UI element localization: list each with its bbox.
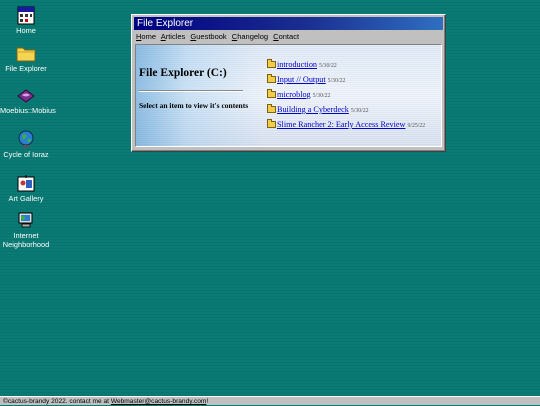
file-link-slime-rancher-review[interactable]: Slime Rancher 2: Early Access Review [277, 120, 405, 129]
webmaster-email-link[interactable]: Webmaster@cactus-brandy.com [111, 398, 207, 405]
desktop-icon-internet-neighborhood[interactable]: Internet Neighborhood [0, 209, 52, 249]
folder-icon [267, 74, 276, 83]
art-gallery-icon [17, 175, 35, 192]
pane-title: File Explorer (C:) [139, 67, 227, 79]
footer-suffix: ! [206, 398, 209, 405]
file-link-introduction[interactable]: introduction [277, 60, 317, 69]
pane-divider [139, 90, 243, 92]
file-link-input-output[interactable]: Input // Output [277, 75, 326, 84]
desktop-icon-moebius[interactable]: Moebius::Mobius [0, 84, 56, 116]
desktop-icon-label: File Explorer [5, 64, 47, 73]
menu-guestbook[interactable]: Guestbook [190, 32, 226, 41]
file-explorer-window: File Explorer Home Articles Guestbook Ch… [131, 14, 446, 152]
pane-description: Select an item to view it's contents [139, 101, 249, 110]
desktop-icon-cycle-of-ioraz[interactable]: Cycle of Ioraz [0, 128, 52, 160]
menu-articles[interactable]: Articles [161, 32, 186, 41]
folder-icon [16, 47, 36, 62]
globe-icon [18, 130, 34, 148]
list-item: introduction 5/30/22 [267, 58, 441, 73]
desktop-icon-label: Art Gallery [8, 194, 44, 203]
list-item: Input // Output 5/30/22 [267, 73, 441, 88]
menu-contact[interactable]: Contact [273, 32, 299, 41]
folder-icon [267, 119, 276, 128]
menu-home[interactable]: Home [136, 32, 156, 41]
desktop-icon-file-explorer[interactable]: File Explorer [0, 42, 52, 74]
window-title[interactable]: File Explorer [134, 17, 443, 30]
footer-bar: ©cactus-brandy 2022. contact me at Webma… [0, 396, 540, 405]
window-content: File Explorer (C:) Select an item to vie… [135, 44, 442, 147]
file-date: 5/30/22 [312, 93, 331, 99]
folder-icon [267, 89, 276, 98]
file-list: introduction 5/30/22 Input // Output 5/30/… [267, 58, 441, 133]
menu-bar: Home Articles Guestbook Changelog Contac… [136, 31, 302, 42]
desktop-icon-art-gallery[interactable]: Art Gallery [0, 172, 52, 204]
desktop-icon-label: Moebius::Mobius [0, 106, 56, 115]
info-pane: File Explorer (C:) Select an item to vie… [136, 45, 264, 146]
file-link-building-a-cyberdeck[interactable]: Building a Cyberdeck [277, 105, 349, 114]
menu-changelog[interactable]: Changelog [232, 32, 268, 41]
file-date: 5/30/22 [327, 78, 346, 84]
file-date: 5/30/22 [350, 108, 369, 114]
file-date: 5/30/22 [319, 63, 337, 69]
desktop-icon-label: Cycle of Ioraz [3, 150, 49, 159]
desktop-icon-home[interactable]: Home [0, 4, 52, 36]
desktop-icon-label: Internet Neighborhood [2, 231, 50, 249]
folder-icon [267, 59, 276, 68]
folder-icon [267, 104, 276, 113]
list-item: Slime Rancher 2: Early Access Review 9/25… [267, 118, 441, 133]
list-item: microblog 5/30/22 [267, 88, 441, 103]
moebius-book-icon [17, 89, 35, 103]
file-date: 9/25/22 [407, 123, 426, 129]
desktop-icon-label: Home [16, 26, 36, 35]
list-item: Building a Cyberdeck 5/30/22 [267, 103, 441, 118]
home-calendar-icon [17, 6, 35, 25]
footer-text: ©cactus-brandy 2022. contact me at [3, 398, 111, 405]
file-link-microblog[interactable]: microblog [277, 90, 311, 99]
network-computer-icon [18, 212, 33, 228]
